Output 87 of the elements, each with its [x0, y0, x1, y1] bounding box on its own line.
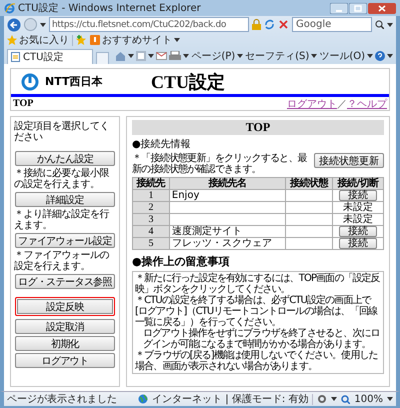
- page-icon: [11, 52, 20, 62]
- mail-icon[interactable]: [156, 52, 168, 60]
- lock-icon: [252, 19, 261, 30]
- sidebar-button[interactable]: 設定反映: [15, 297, 115, 316]
- caret-icon[interactable]: [237, 54, 244, 58]
- notice-text: ＊CTUの設定を終了する場合は、必ずCTU設定の画面上で[ログアウト]（CTUリモートコントロールの場合は、「回線一覧に戻る」）を行ってください。: [135, 295, 378, 328]
- caret-icon[interactable]: [367, 54, 373, 58]
- column-header: 接続状態: [286, 178, 332, 189]
- column-header: 接続/切断: [333, 178, 383, 189]
- table-cell: 1: [133, 190, 169, 201]
- refresh-icon[interactable]: [264, 19, 275, 30]
- connect-button[interactable]: 接続: [339, 238, 378, 249]
- connect-button[interactable]: 接続: [339, 190, 378, 201]
- caret-icon[interactable]: [128, 54, 134, 58]
- table-cell: 3: [133, 214, 169, 225]
- sidebar-button[interactable]: かんたん設定: [15, 151, 115, 166]
- browser-tab[interactable]: CTU設定: [7, 49, 93, 64]
- security-zone: インターネット | 保護モード: 有効: [152, 392, 308, 406]
- caret-icon[interactable]: [387, 54, 393, 58]
- command-menu[interactable]: ページ(P): [191, 48, 244, 62]
- sidebar-button[interactable]: 初期化: [15, 336, 115, 351]
- table-cell: 速度測定サイト: [170, 226, 285, 237]
- minimize-icon[interactable]: [330, 2, 348, 14]
- notice-text: ＊ブラウザの[戻る]機能は使用しないでください。使用した場合、画面が表示されない場合があります。: [135, 350, 379, 372]
- star-icon: [7, 35, 17, 45]
- sidebar-note: ＊接続に必要な最小限の設定を行えます。: [14, 168, 110, 190]
- stop-icon[interactable]: [278, 19, 289, 30]
- table-cell: 4: [133, 226, 169, 237]
- status-message: ページが表示されました: [7, 392, 118, 406]
- search-field[interactable]: Google: [292, 17, 372, 32]
- print-icon[interactable]: [169, 50, 182, 60]
- address-field[interactable]: https://ctu.fletsnet.com/CtuC202/back.do: [49, 17, 249, 32]
- zoom-icon[interactable]: [341, 394, 350, 404]
- help-icon[interactable]: [375, 50, 385, 60]
- caret-icon[interactable]: [174, 38, 180, 42]
- table-cell: Enjoy: [170, 190, 285, 201]
- sidebar-button[interactable]: 詳細設定: [15, 192, 115, 207]
- column-header: 接続先: [133, 178, 169, 189]
- zoom-level[interactable]: 100%: [354, 394, 383, 404]
- link-separator: ／: [337, 98, 347, 110]
- table-cell: 未設定: [333, 214, 383, 225]
- section-title: TOP: [132, 120, 384, 135]
- back-icon[interactable]: [7, 18, 21, 32]
- table-cell: 5: [133, 238, 169, 249]
- breadcrumb: TOP: [13, 98, 34, 109]
- site-tile-icon: [90, 35, 100, 45]
- add-favorite-icon[interactable]: [76, 35, 87, 45]
- zoom-caret-icon[interactable]: [387, 397, 393, 401]
- logo-icon: [21, 72, 39, 90]
- caret-icon[interactable]: [148, 54, 154, 58]
- command-menu[interactable]: ツール(O): [319, 48, 373, 62]
- sidebar-button[interactable]: ログ・ステータス参照: [15, 274, 115, 289]
- command-menu[interactable]: セーフティ(S): [245, 48, 318, 62]
- logo-text: NTT西日本: [45, 74, 104, 89]
- sidebar-note: ＊より詳細な設定を行えます。: [14, 209, 110, 231]
- refresh-status-button[interactable]: 接続状態更新: [314, 153, 384, 168]
- table-cell: 2: [133, 202, 169, 213]
- close-icon[interactable]: [368, 2, 396, 14]
- section-heading: ●接続先情報: [132, 138, 192, 151]
- connect-button[interactable]: 接続: [339, 226, 378, 237]
- header-link[interactable]: ？ヘルプ: [347, 96, 387, 110]
- notice-text: ＊新たに行った設定を有効にするには、TOP画面の「設定反映」ボタンをクリックしてください。: [135, 273, 381, 295]
- column-header: 接続先名: [170, 178, 285, 189]
- sidebar-note: ＊ファイアウォールの設定を行えます。: [14, 250, 110, 272]
- favorites-button[interactable]: お気に入り: [7, 33, 69, 47]
- sidebar-button[interactable]: ログアウト: [15, 353, 115, 368]
- caret-icon[interactable]: [40, 22, 46, 26]
- maximize-icon[interactable]: [349, 2, 367, 14]
- search-icon[interactable]: [375, 20, 384, 29]
- caret-icon[interactable]: [387, 22, 393, 26]
- table-cell: フレッツ・スクウェア: [170, 238, 285, 249]
- window-title: CTU設定 - Windows Internet Explorer: [18, 2, 202, 15]
- suggested-sites-button[interactable]: おすすめサイト: [90, 33, 180, 47]
- globe-icon: [138, 394, 148, 404]
- info-note: ＊「接続状態更新」をクリックすると、最新の接続状態が確認できます。: [132, 153, 308, 175]
- sidebar-button[interactable]: 設定取消: [15, 319, 115, 334]
- caret-icon[interactable]: [183, 54, 190, 58]
- section-heading: ●操作上の留意事項: [132, 254, 231, 269]
- sidebar-button[interactable]: ファイアウォール設定: [15, 233, 115, 248]
- caret-icon[interactable]: [311, 54, 318, 58]
- table-cell: 未設定: [333, 202, 383, 213]
- notice-text: ログアウト操作をせずにブラウザを終了させると、次にログインが可能になるまで時間がかかる場合があります。: [142, 328, 381, 350]
- ie-logo-icon: [4, 2, 15, 14]
- page-title: CTU設定: [151, 70, 226, 94]
- header-link[interactable]: ログアウト: [287, 96, 337, 110]
- sidebar-prompt: 設定項目を選択してください: [14, 121, 110, 143]
- caret-icon[interactable]: [331, 397, 338, 401]
